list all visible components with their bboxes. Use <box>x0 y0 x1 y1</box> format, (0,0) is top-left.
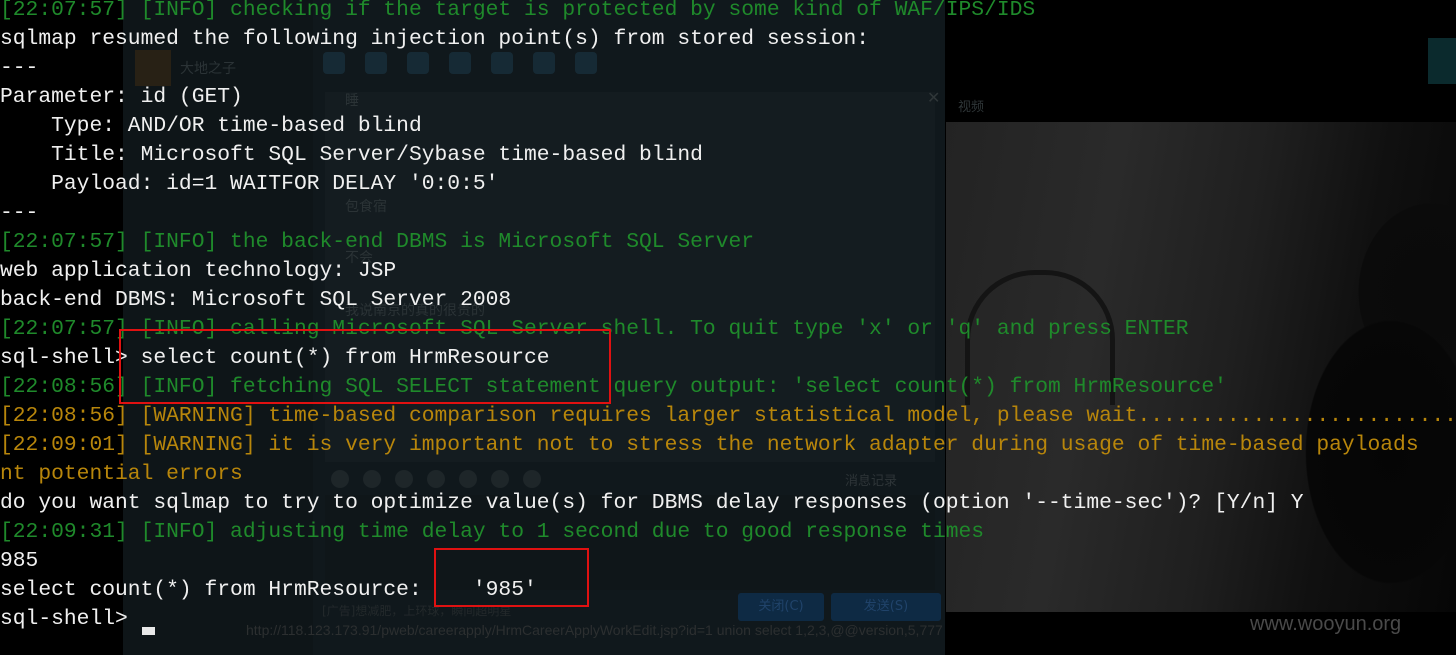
terminal-line: [22:08:56] [WARNING] time-based comparis… <box>0 404 1456 428</box>
terminal-line: Parameter: id (GET) <box>0 85 243 109</box>
terminal-line: Title: Microsoft SQL Server/Sybase time-… <box>0 143 703 167</box>
terminal-line: web application technology: JSP <box>0 259 397 283</box>
terminal-line: --- <box>0 56 39 80</box>
highlight-query-box <box>119 329 611 404</box>
terminal-line: [22:09:01] [WARNING] it is very importan… <box>0 433 1419 457</box>
terminal-line: back-end DBMS: Microsoft SQL Server 2008 <box>0 288 512 312</box>
terminal-line: [22:07:57] [INFO] the back-end DBMS is M… <box>0 230 755 254</box>
terminal-line: Payload: id=1 WAITFOR DELAY '0:0:5' <box>0 172 499 196</box>
terminal-line: Type: AND/OR time-based blind <box>0 114 422 138</box>
terminal-line: do you want sqlmap to try to optimize va… <box>0 491 1304 515</box>
terminal-line: 985 <box>0 549 39 573</box>
terminal-line: sql-shell> <box>0 607 141 631</box>
terminal-line: sqlmap resumed the following injection p… <box>0 27 870 51</box>
terminal-cursor <box>142 627 155 635</box>
terminal-line: nt potential errors <box>0 462 243 486</box>
terminal-line: --- <box>0 201 39 225</box>
terminal-line: [22:09:31] [INFO] adjusting time delay t… <box>0 520 985 544</box>
highlight-result-box <box>434 548 589 607</box>
terminal-output[interactable]: [22:07:57] [INFO] checking if the target… <box>0 0 1456 655</box>
terminal-line: [22:07:57] [INFO] checking if the target… <box>0 0 1036 22</box>
